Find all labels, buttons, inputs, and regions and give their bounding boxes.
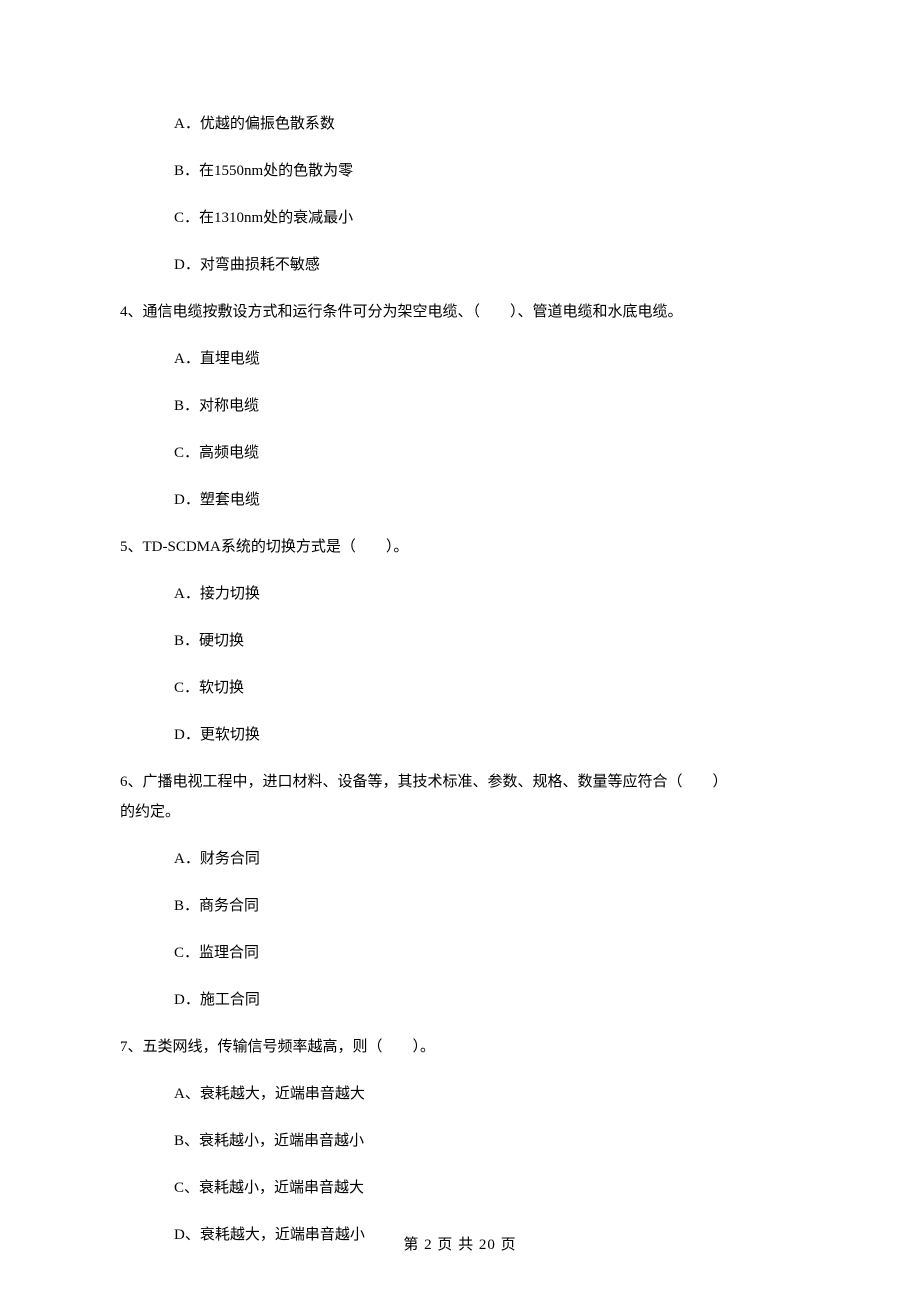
q4-option-a: A．直埋电缆: [120, 347, 800, 371]
q6-option-a: A．财务合同: [120, 847, 800, 871]
q3-option-a: A．优越的偏振色散系数: [120, 112, 800, 136]
q6-option-b: B．商务合同: [120, 894, 800, 918]
q5-option-a: A．接力切换: [120, 582, 800, 606]
q6-stem-line2: 的约定。: [120, 800, 800, 824]
q4-stem: 4、通信电缆按敷设方式和运行条件可分为架空电缆、（ ）、管道电缆和水底电缆。: [120, 300, 800, 324]
q6-stem-line1: 6、广播电视工程中，进口材料、设备等，其技术标准、参数、规格、数量等应符合（ ）: [120, 770, 800, 794]
q4-option-d: D．塑套电缆: [120, 488, 800, 512]
q5-option-b: B．硬切换: [120, 629, 800, 653]
page-footer: 第 2 页 共 20 页: [0, 1233, 920, 1254]
page-content: A．优越的偏振色散系数 B．在1550nm处的色散为零 C．在1310nm处的衰…: [0, 0, 920, 1247]
q6-option-d: D．施工合同: [120, 988, 800, 1012]
q4-option-b: B．对称电缆: [120, 394, 800, 418]
q7-stem: 7、五类网线，传输信号频率越高，则（ ）。: [120, 1035, 800, 1059]
q7-option-c: C、衰耗越小，近端串音越大: [120, 1176, 800, 1200]
q7-option-b: B、衰耗越小，近端串音越小: [120, 1129, 800, 1153]
q7-option-a: A、衰耗越大，近端串音越大: [120, 1082, 800, 1106]
q3-option-c: C．在1310nm处的衰减最小: [120, 206, 800, 230]
q5-option-c: C．软切换: [120, 676, 800, 700]
q3-option-b: B．在1550nm处的色散为零: [120, 159, 800, 183]
q3-option-d: D．对弯曲损耗不敏感: [120, 253, 800, 277]
q4-option-c: C．高频电缆: [120, 441, 800, 465]
q6-option-c: C．监理合同: [120, 941, 800, 965]
q5-option-d: D．更软切换: [120, 723, 800, 747]
q5-stem: 5、TD-SCDMA系统的切换方式是（ ）。: [120, 535, 800, 559]
